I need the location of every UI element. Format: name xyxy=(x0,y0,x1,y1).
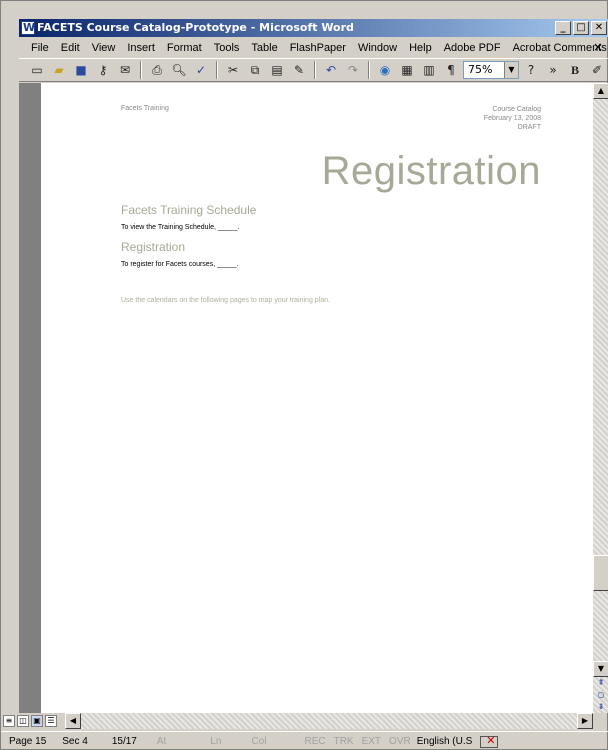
menu-view[interactable]: View xyxy=(86,42,122,54)
menu-help[interactable]: Help xyxy=(403,42,438,54)
status-language[interactable]: English (U.S xyxy=(415,736,475,747)
copy-icon[interactable]: ⧉ xyxy=(245,60,265,80)
cut-icon[interactable]: ✂ xyxy=(223,60,243,80)
section-heading-schedule: Facets Training Schedule xyxy=(121,203,257,217)
insert-hyperlink-icon[interactable]: ◉ xyxy=(375,60,395,80)
previous-page-icon[interactable]: ⇞ xyxy=(593,677,608,689)
menu-edit[interactable]: Edit xyxy=(55,42,86,54)
section-text-registration: To register for Facets courses, _____. xyxy=(121,261,239,268)
document-page[interactable]: Facets Training Course Catalog February … xyxy=(41,83,593,713)
status-trk[interactable]: TRK xyxy=(330,736,358,747)
toolbar-separator xyxy=(216,61,218,79)
menu-format[interactable]: Format xyxy=(161,42,208,54)
document-close-icon[interactable]: × xyxy=(593,40,603,54)
toolbar-separator xyxy=(368,61,370,79)
maximize-button[interactable]: □ xyxy=(573,21,589,35)
save-icon[interactable]: ■ xyxy=(71,60,91,80)
header-draft: DRAFT xyxy=(517,124,541,131)
help-icon[interactable]: ? xyxy=(521,60,541,80)
new-icon[interactable]: ▭ xyxy=(27,60,47,80)
toolbar-overflow-icon[interactable]: » xyxy=(543,60,563,80)
columns-icon[interactable]: ▥ xyxy=(419,60,439,80)
left-margin-strip xyxy=(19,83,41,713)
menu-tools[interactable]: Tools xyxy=(208,42,246,54)
bold-button[interactable]: B xyxy=(565,60,585,80)
status-section: Sec 4 xyxy=(62,736,88,747)
window-controls: _ □ ✕ xyxy=(555,21,607,35)
status-at: At xyxy=(156,736,167,747)
status-ovr[interactable]: OVR xyxy=(385,736,415,747)
header-right: Course Catalog February 13, 2008 DRAFT xyxy=(484,105,541,132)
permission-icon[interactable]: ⚷ xyxy=(93,60,113,80)
highlight-icon[interactable]: ✐ xyxy=(587,60,607,80)
menu-table[interactable]: Table xyxy=(245,42,283,54)
title-bar[interactable]: FACETS Course Catalog-Prototype - Micros… xyxy=(19,19,608,37)
scroll-up-button[interactable]: ▲ xyxy=(593,83,608,99)
status-col: Col xyxy=(251,736,267,747)
header-left: Facets Training xyxy=(121,105,169,112)
paste-icon[interactable]: ▤ xyxy=(267,60,287,80)
print-layout-icon[interactable]: ▣ xyxy=(31,715,43,727)
undo-icon[interactable]: ↶ xyxy=(321,60,341,80)
scroll-thumb[interactable] xyxy=(593,555,608,591)
menu-window[interactable]: Window xyxy=(352,42,403,54)
toolbar-separator xyxy=(140,61,142,79)
header-date: February 13, 2008 xyxy=(483,115,541,122)
close-button[interactable]: ✕ xyxy=(591,21,607,35)
redo-icon[interactable]: ↷ xyxy=(343,60,363,80)
scroll-down-button[interactable]: ▼ xyxy=(593,661,608,677)
print-icon[interactable]: ⎙ xyxy=(147,60,167,80)
menu-insert[interactable]: Insert xyxy=(121,42,161,54)
zoom-value: 75% xyxy=(468,63,493,76)
normal-view-icon[interactable]: ≡ xyxy=(3,715,15,727)
web-layout-icon[interactable]: ◫ xyxy=(17,715,29,727)
spelling-icon[interactable]: ✓ xyxy=(191,60,211,80)
status-rec[interactable]: REC xyxy=(270,736,329,747)
chevron-down-icon[interactable]: ▼ xyxy=(504,62,518,78)
outline-view-icon[interactable]: ☰ xyxy=(45,715,57,727)
scroll-left-button[interactable]: ◀ xyxy=(65,713,81,729)
status-page-count: 15/17 xyxy=(111,736,137,747)
vertical-scrollbar[interactable]: ▲ ▼ ⇞ ○ ⇟ xyxy=(593,83,608,713)
page-title: Registration xyxy=(321,149,541,193)
menu-flashpaper[interactable]: FlashPaper xyxy=(284,42,352,54)
horizontal-scrollbar[interactable]: ◀ ▶ xyxy=(65,713,593,729)
word-window: FACETS Course Catalog-Prototype - Micros… xyxy=(0,0,608,750)
word-app-icon[interactable] xyxy=(21,19,35,37)
menu-file[interactable]: File xyxy=(25,42,55,54)
select-browse-object-icon[interactable]: ○ xyxy=(593,689,608,701)
calendar-note: Use the calendars on the following pages… xyxy=(121,297,330,304)
status-line: Ln xyxy=(210,736,222,747)
horizontal-bar: ≡ ◫ ▣ ☰ ◀ ▶ xyxy=(1,713,593,729)
spelling-status-icon[interactable] xyxy=(480,734,499,748)
status-bar: Page 15 Sec 4 15/17 At Ln Col REC TRK EX… xyxy=(1,731,608,750)
tables-icon[interactable]: ▦ xyxy=(397,60,417,80)
section-text-schedule: To view the Training Schedule, _____. xyxy=(121,224,240,231)
status-page: Page 15 xyxy=(9,736,47,747)
menu-adobe-pdf[interactable]: Adobe PDF xyxy=(438,42,507,54)
scroll-right-button[interactable]: ▶ xyxy=(577,713,593,729)
header-catalog: Course Catalog xyxy=(492,106,541,113)
format-painter-icon[interactable]: ✎ xyxy=(289,60,309,80)
menu-bar: File Edit View Insert Format Tools Table… xyxy=(19,38,608,57)
section-heading-registration: Registration xyxy=(121,240,186,254)
minimize-button[interactable]: _ xyxy=(555,21,571,35)
next-page-icon[interactable]: ⇟ xyxy=(593,701,608,713)
email-icon[interactable]: ✉ xyxy=(115,60,135,80)
toolbar-separator xyxy=(314,61,316,79)
open-icon[interactable]: ▰ xyxy=(49,60,69,80)
standard-toolbar: ▭ ▰ ■ ⚷ ✉ ⎙ 🔍︎ ✓ ✂ ⧉ ▤ ✎ ↶ ↷ ◉ ▦ ▥ ¶ 75%… xyxy=(19,58,608,82)
print-preview-icon[interactable]: 🔍︎ xyxy=(169,60,189,80)
document-area: Facets Training Course Catalog February … xyxy=(19,83,593,713)
zoom-select[interactable]: 75% ▼ xyxy=(463,61,519,79)
show-hide-icon[interactable]: ¶ xyxy=(441,60,461,80)
status-ext[interactable]: EXT xyxy=(358,736,385,747)
window-title: FACETS Course Catalog-Prototype - Micros… xyxy=(37,21,354,34)
